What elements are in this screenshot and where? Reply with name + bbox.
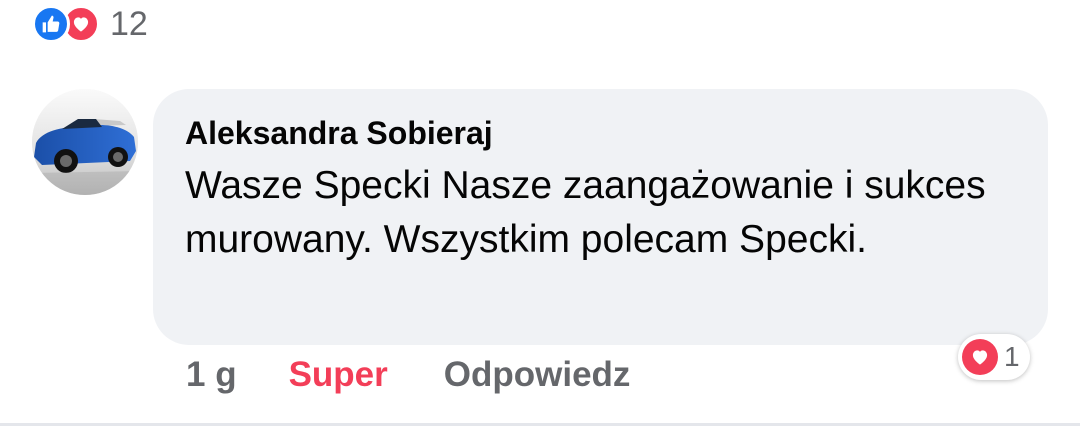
reply-button[interactable]: Odpowiedz (444, 355, 631, 395)
comment-bubble: Aleksandra Sobieraj Wasze Specki Nasze z… (153, 89, 1048, 345)
reactions-summary[interactable]: 12 (32, 4, 148, 44)
super-reaction-button[interactable]: Super (289, 355, 388, 395)
avatar-car-image (32, 89, 138, 195)
love-icon (962, 339, 998, 375)
comment-reaction-badge[interactable]: 1 (958, 334, 1030, 380)
comment-text: Wasze Specki Nasze zaangażowanie i sukce… (185, 164, 986, 261)
reaction-count: 12 (110, 4, 148, 43)
comment-reaction-count: 1 (1004, 341, 1020, 372)
like-icon (32, 5, 70, 43)
avatar[interactable] (32, 89, 138, 195)
comment-actions: 1 g Super Odpowiedz (186, 352, 630, 398)
comment-time[interactable]: 1 g (186, 355, 237, 395)
comment-author[interactable]: Aleksandra Sobieraj (185, 113, 1018, 153)
